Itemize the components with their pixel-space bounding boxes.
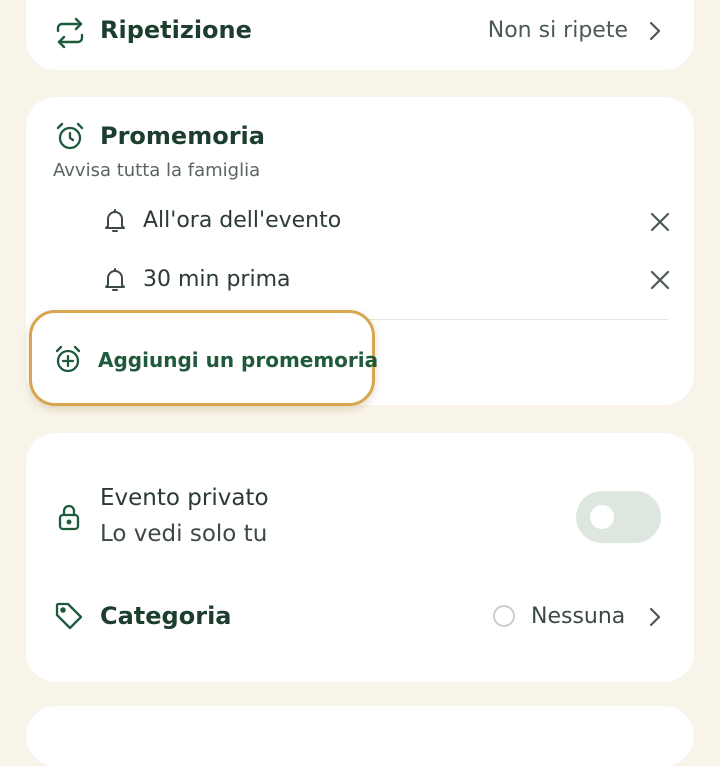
- bell-icon: [104, 208, 126, 238]
- repeat-label: Ripetizione: [100, 16, 252, 44]
- private-event-label: Evento privato: [100, 485, 269, 511]
- reminder-label: All'ora dell'evento: [143, 208, 342, 233]
- close-icon[interactable]: [649, 269, 671, 295]
- chevron-right-icon: [648, 606, 662, 632]
- next-card: [26, 706, 694, 766]
- repeat-icon: [54, 17, 86, 53]
- category-radio: [493, 605, 515, 627]
- reminder-label: 30 min prima: [143, 267, 291, 292]
- chevron-right-icon: [648, 20, 662, 46]
- tag-icon: [54, 601, 84, 635]
- close-icon[interactable]: [649, 211, 671, 237]
- toggle-knob: [590, 505, 614, 529]
- add-alarm-icon: [55, 345, 85, 379]
- private-event-toggle[interactable]: [576, 491, 661, 543]
- alarm-clock-icon: [55, 122, 85, 156]
- reminders-subtitle: Avvisa tutta la famiglia: [53, 160, 261, 181]
- lock-icon: [58, 504, 80, 536]
- bell-icon: [104, 267, 126, 297]
- private-event-sublabel: Lo vedi solo tu: [100, 521, 268, 547]
- category-value: Nessuna: [531, 604, 626, 629]
- repeat-value: Non si ripete: [487, 18, 628, 43]
- reminders-title: Promemoria: [100, 122, 265, 150]
- add-reminder-label: Aggiungi un promemoria: [98, 348, 379, 372]
- category-label: Categoria: [100, 602, 232, 630]
